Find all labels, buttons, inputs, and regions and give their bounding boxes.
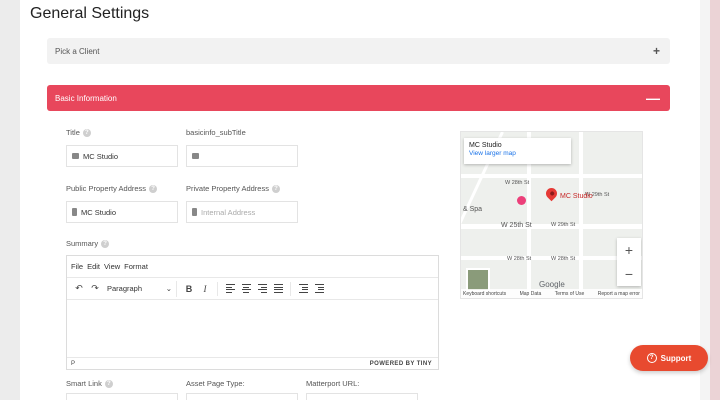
rich-text-editor: File Edit View Format ↶ ↷ Paragraph ⌄ B … bbox=[66, 255, 439, 370]
private-address-label-text: Private Property Address bbox=[186, 184, 269, 193]
help-circle-icon: ? bbox=[646, 353, 657, 363]
align-justify-icon[interactable] bbox=[270, 281, 286, 297]
menu-edit[interactable]: Edit bbox=[87, 262, 100, 271]
subtitle-field[interactable] bbox=[186, 145, 298, 167]
title-label-text: Title bbox=[66, 128, 80, 137]
public-address-label-text: Public Property Address bbox=[66, 184, 147, 193]
id-card-icon bbox=[192, 153, 199, 159]
page-title: General Settings bbox=[30, 5, 150, 22]
accordion-label: Pick a Client bbox=[55, 46, 100, 56]
summary-label-text: Summary bbox=[66, 239, 99, 248]
matterport-url-label-text: Matterport URL: bbox=[306, 379, 360, 388]
accordion-basic-information[interactable]: Basic Information — bbox=[47, 85, 670, 111]
smart-link-field[interactable] bbox=[66, 393, 178, 400]
map-road bbox=[461, 174, 642, 178]
building-icon bbox=[72, 208, 77, 216]
element-path[interactable]: P bbox=[71, 361, 75, 367]
report-error-link[interactable]: Report a map error bbox=[598, 291, 640, 297]
support-button[interactable]: ? Support bbox=[630, 345, 708, 371]
street-label: W 29th St bbox=[551, 222, 576, 228]
matterport-url-label: Matterport URL: bbox=[306, 379, 359, 388]
accordion-pick-client[interactable]: Pick a Client + bbox=[47, 38, 670, 64]
indent-icon[interactable] bbox=[311, 281, 327, 297]
accordion-label: Basic Information bbox=[55, 93, 117, 103]
menu-file[interactable]: File bbox=[71, 262, 83, 271]
collapse-icon[interactable]: — bbox=[646, 90, 660, 106]
asset-page-type-field[interactable] bbox=[186, 393, 298, 400]
private-address-field[interactable]: Internal Address bbox=[186, 201, 298, 223]
title-value: MC Studio bbox=[83, 151, 119, 161]
chevron-down-icon: ⌄ bbox=[165, 284, 172, 293]
smart-link-label: Smart Link ? bbox=[66, 379, 113, 388]
asset-page-type-label: Asset Page Type: bbox=[186, 379, 245, 388]
block-format-value: Paragraph bbox=[107, 284, 143, 293]
title-label: Title ? bbox=[66, 128, 91, 137]
view-larger-map-link[interactable]: View larger map bbox=[469, 150, 566, 157]
smart-link-label-text: Smart Link bbox=[66, 379, 102, 388]
street-label: W 28th St bbox=[505, 180, 530, 186]
matterport-url-field[interactable] bbox=[306, 393, 418, 400]
undo-icon[interactable]: ↶ bbox=[71, 281, 87, 297]
help-icon[interactable]: ? bbox=[82, 128, 91, 137]
subtitle-label: basicinfo_subTitle bbox=[186, 128, 246, 137]
editor-statusbar: P POWERED BY TINY bbox=[67, 357, 438, 369]
editor-toolbar: ↶ ↷ Paragraph ⌄ B I bbox=[67, 278, 438, 300]
asset-page-type-label-text: Asset Page Type: bbox=[186, 379, 245, 388]
map-data-link[interactable]: Map Data bbox=[520, 291, 542, 297]
expand-icon[interactable]: + bbox=[653, 44, 660, 58]
street-label: W 28th St bbox=[507, 256, 532, 262]
summary-label: Summary ? bbox=[66, 239, 110, 248]
right-accent bbox=[710, 0, 720, 400]
title-field[interactable]: MC Studio bbox=[66, 145, 178, 167]
map-attribution: Keyboard shortcuts Map Data Terms of Use… bbox=[461, 289, 642, 298]
pin-label: MC Studio bbox=[560, 193, 593, 200]
menu-view[interactable]: View bbox=[104, 262, 120, 271]
zoom-out-button[interactable]: − bbox=[625, 266, 633, 282]
google-logo: Google bbox=[539, 280, 565, 289]
menu-format[interactable]: Format bbox=[124, 262, 148, 271]
map-road bbox=[579, 132, 583, 298]
terms-link[interactable]: Terms of Use bbox=[555, 291, 584, 297]
building-icon bbox=[192, 208, 197, 216]
place-info-card: MC Studio View larger map bbox=[464, 138, 571, 164]
street-label: W 25th St bbox=[501, 222, 532, 229]
toolbar-divider bbox=[217, 281, 218, 296]
public-address-field[interactable]: MC Studio bbox=[66, 201, 178, 223]
help-icon[interactable]: ? bbox=[271, 184, 280, 193]
right-gutter bbox=[700, 0, 710, 400]
outdent-icon[interactable] bbox=[295, 281, 311, 297]
align-left-icon[interactable] bbox=[222, 281, 238, 297]
street-label: W 28th St bbox=[551, 256, 576, 262]
spa-poi-icon[interactable] bbox=[517, 196, 526, 205]
subtitle-label-text: basicinfo_subTitle bbox=[186, 128, 246, 137]
editor-content-area[interactable] bbox=[67, 300, 438, 348]
redo-icon[interactable]: ↷ bbox=[87, 281, 103, 297]
place-name: MC Studio bbox=[469, 142, 502, 149]
id-card-icon bbox=[72, 153, 79, 159]
help-icon[interactable]: ? bbox=[149, 184, 158, 193]
zoom-in-button[interactable]: + bbox=[625, 242, 633, 258]
settings-page: General Settings Pick a Client + Basic I… bbox=[20, 0, 700, 400]
private-address-label: Private Property Address ? bbox=[186, 184, 280, 193]
location-map[interactable]: W 28th St W 29th St W 29th St W 25th St … bbox=[460, 131, 643, 299]
poi-label: & Spa bbox=[463, 206, 483, 213]
italic-icon[interactable]: I bbox=[197, 281, 213, 297]
editor-menubar: File Edit View Format bbox=[67, 256, 438, 278]
zoom-controls: + − bbox=[617, 238, 641, 286]
help-icon[interactable]: ? bbox=[104, 379, 113, 388]
keyboard-shortcuts-link[interactable]: Keyboard shortcuts bbox=[463, 291, 506, 297]
map-pin-icon[interactable] bbox=[543, 185, 560, 202]
align-center-icon[interactable] bbox=[238, 281, 254, 297]
support-label: Support bbox=[660, 353, 692, 363]
block-format-select[interactable]: Paragraph ⌄ bbox=[103, 280, 177, 297]
bold-icon[interactable]: B bbox=[181, 281, 197, 297]
private-address-placeholder: Internal Address bbox=[201, 207, 256, 217]
help-icon[interactable]: ? bbox=[101, 239, 110, 248]
public-address-label: Public Property Address ? bbox=[66, 184, 158, 193]
align-right-icon[interactable] bbox=[254, 281, 270, 297]
powered-by-tiny[interactable]: POWERED BY TINY bbox=[370, 361, 432, 367]
toolbar-divider bbox=[290, 281, 291, 296]
public-address-value: MC Studio bbox=[81, 207, 117, 217]
